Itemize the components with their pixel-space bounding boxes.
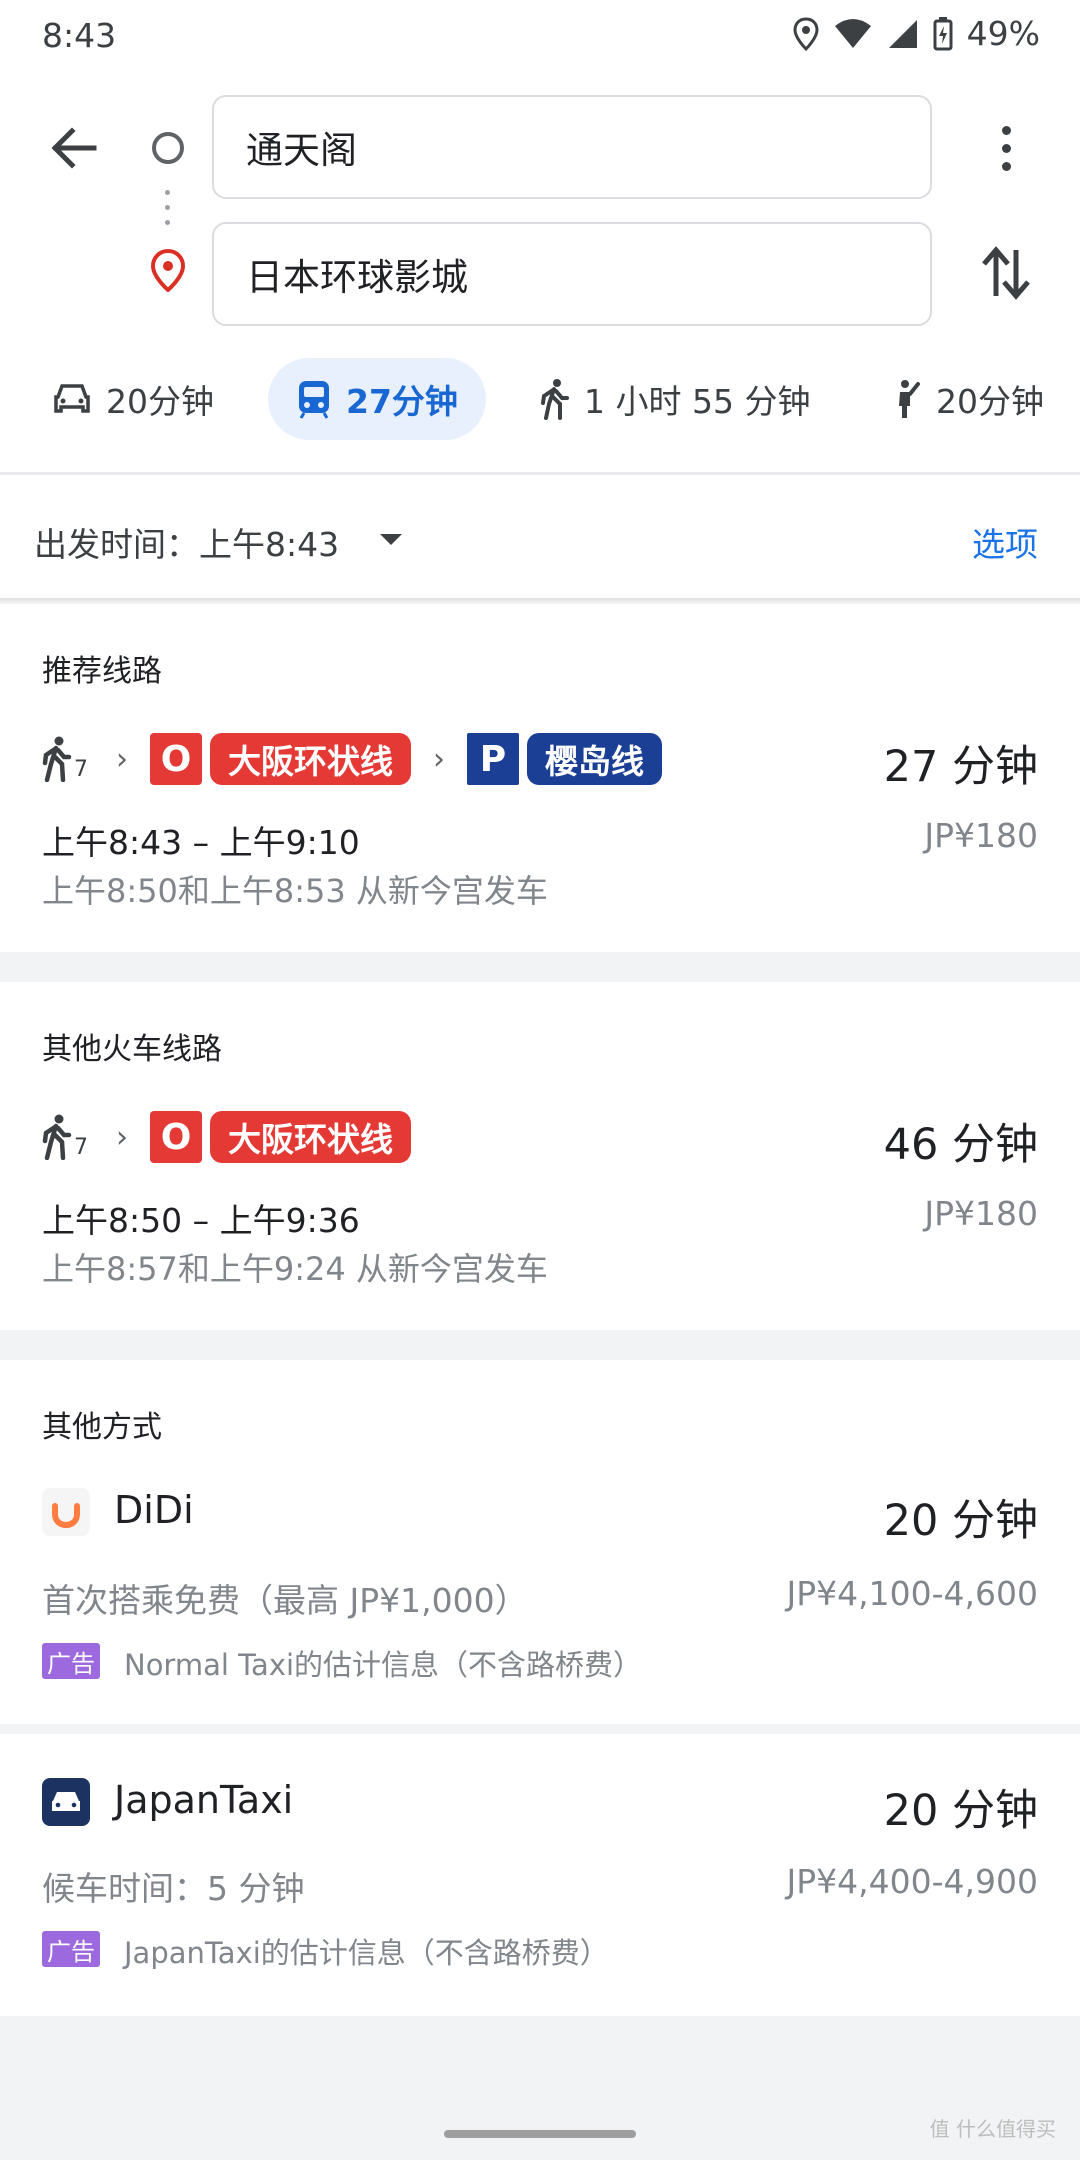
options-button[interactable]: 选项 — [972, 518, 1038, 566]
tab-transit[interactable]: 27分钟 — [268, 358, 486, 440]
line-badge-p: P — [467, 733, 519, 785]
chevron-right-icon: › — [116, 1119, 128, 1155]
ride-hail-icon — [899, 380, 920, 418]
walk-icon — [42, 1114, 72, 1160]
origin-field[interactable]: 通天阁 — [212, 95, 932, 199]
line-badge-o: O — [150, 1111, 202, 1163]
depart-time-selector[interactable]: 出发时间：上午8:43 — [34, 518, 339, 566]
tab-ride-hail[interactable]: 20分钟 — [890, 358, 1044, 440]
line-name-osaka-loop: 大阪环状线 — [210, 733, 411, 785]
ad-badge: 广告 — [42, 1931, 100, 1967]
tab-transit-label: 27分钟 — [346, 382, 458, 421]
route-time-range: 上午8:50 – 上午9:36 — [42, 1201, 360, 1240]
japantaxi-name: JapanTaxi — [114, 1778, 294, 1822]
other-train-route-card[interactable]: 其他火车线路 7 › O 大阪环状线 46 分钟 上午8:50 – 上午9:36… — [0, 982, 1080, 1330]
section-gap — [0, 1330, 1080, 1360]
tab-walk[interactable]: 1 小时 55 分钟 — [540, 358, 810, 440]
car-icon — [54, 384, 90, 413]
walk-icon — [541, 379, 569, 420]
route-fare: JP¥180 — [924, 1194, 1038, 1233]
origin-circle-icon — [152, 132, 184, 164]
watermark: 值 什么值得买 — [929, 2117, 1056, 2141]
line-name-sakurajima: 樱岛线 — [527, 733, 662, 785]
route-fare: JP¥180 — [924, 816, 1038, 855]
signal-icon — [888, 19, 917, 48]
wifi-icon — [834, 18, 871, 48]
walk-step: 7 — [42, 736, 88, 782]
didi-promo: 首次搭乘免费（最高 JP¥1,000） — [42, 1581, 528, 1620]
japantaxi-fare: JP¥4,400-4,900 — [786, 1862, 1038, 1901]
battery-icon — [933, 16, 953, 50]
tabs-divider — [0, 472, 1080, 475]
chevron-right-icon: › — [116, 741, 128, 777]
didi-logo-icon — [42, 1488, 90, 1536]
walk-icon — [42, 736, 72, 782]
section-gap — [0, 952, 1080, 982]
didi-card[interactable]: 其他方式 DiDi 20 分钟 首次搭乘免费（最高 JP¥1,000） JP¥4… — [0, 1360, 1080, 1724]
destination-field[interactable]: 日本环球影城 — [212, 222, 932, 326]
japantaxi-duration: 20 分钟 — [883, 1786, 1038, 1836]
walk-step: 7 — [42, 1114, 88, 1160]
japantaxi-card[interactable]: JapanTaxi 20 分钟 候车时间：5 分钟 JP¥4,400-4,900… — [0, 1734, 1080, 2016]
status-time: 8:43 — [42, 16, 117, 55]
didi-name: DiDi — [114, 1488, 194, 1532]
route-duration: 46 分钟 — [883, 1120, 1038, 1170]
taxi-logo-icon — [42, 1778, 90, 1826]
walk-minutes: 7 — [74, 757, 88, 782]
route-steps: 7 › O 大阪环状线 › P 樱岛线 — [42, 728, 662, 790]
section-divider — [0, 1724, 1080, 1734]
route-steps: 7 › O 大阪环状线 — [42, 1106, 411, 1168]
route-dots-icon — [165, 190, 171, 230]
japantaxi-wait: 候车时间：5 分钟 — [42, 1869, 305, 1908]
battery-percent: 49% — [966, 14, 1040, 53]
tab-drive[interactable]: 20分钟 — [52, 358, 214, 440]
route-time-range: 上午8:43 – 上午9:10 — [42, 823, 360, 862]
ad-badge: 广告 — [42, 1643, 100, 1679]
didi-ad-text: Normal Taxi的估计信息（不含路桥费） — [124, 1648, 643, 1682]
destination-pin-icon — [148, 248, 188, 293]
travel-mode-tabs: 20分钟 27分钟 1 小时 55 分钟 20分钟 — [0, 352, 1080, 452]
walk-minutes: 7 — [74, 1135, 88, 1160]
chevron-right-icon: › — [433, 741, 445, 777]
arrow-back-icon — [51, 127, 97, 169]
didi-duration: 20 分钟 — [883, 1496, 1038, 1546]
line-name-osaka-loop: 大阪环状线 — [210, 1111, 411, 1163]
more-options-button[interactable] — [990, 118, 1022, 178]
home-indicator[interactable] — [444, 2130, 636, 2138]
route-departures: 上午8:57和上午9:24 从新今宫发车 — [42, 1250, 548, 1288]
route-departures: 上午8:50和上午8:53 从新今宫发车 — [42, 872, 548, 910]
section-title-other-train: 其他火车线路 — [42, 1032, 222, 1067]
section-title-recommended: 推荐线路 — [42, 654, 162, 689]
transit-icon — [299, 381, 329, 419]
line-badge-o: O — [150, 733, 202, 785]
tab-ride-hail-label: 20分钟 — [936, 382, 1044, 421]
status-bar: 8:43 49% — [0, 0, 1080, 80]
status-icons: 49% — [793, 14, 1040, 53]
japantaxi-ad-text: JapanTaxi的估计信息（不含路桥费） — [124, 1936, 609, 1970]
recommended-route-card[interactable]: 推荐线路 7 › O 大阪环状线 › P 樱岛线 27 分钟 上午8:43 – … — [0, 604, 1080, 952]
tab-drive-label: 20分钟 — [106, 382, 214, 421]
tab-walk-label: 1 小时 55 分钟 — [584, 382, 811, 421]
swap-button[interactable] — [976, 238, 1036, 308]
swap-vertical-icon — [982, 246, 1030, 300]
back-button[interactable] — [44, 118, 104, 178]
bottom-area — [0, 2016, 1080, 2160]
dropdown-caret-icon[interactable] — [380, 534, 402, 545]
section-title-other-ways: 其他方式 — [42, 1410, 162, 1445]
didi-fare: JP¥4,100-4,600 — [786, 1574, 1038, 1613]
depart-time-row: 出发时间：上午8:43 选项 — [0, 478, 1080, 600]
route-duration: 27 分钟 — [883, 742, 1038, 792]
location-icon — [793, 16, 819, 51]
